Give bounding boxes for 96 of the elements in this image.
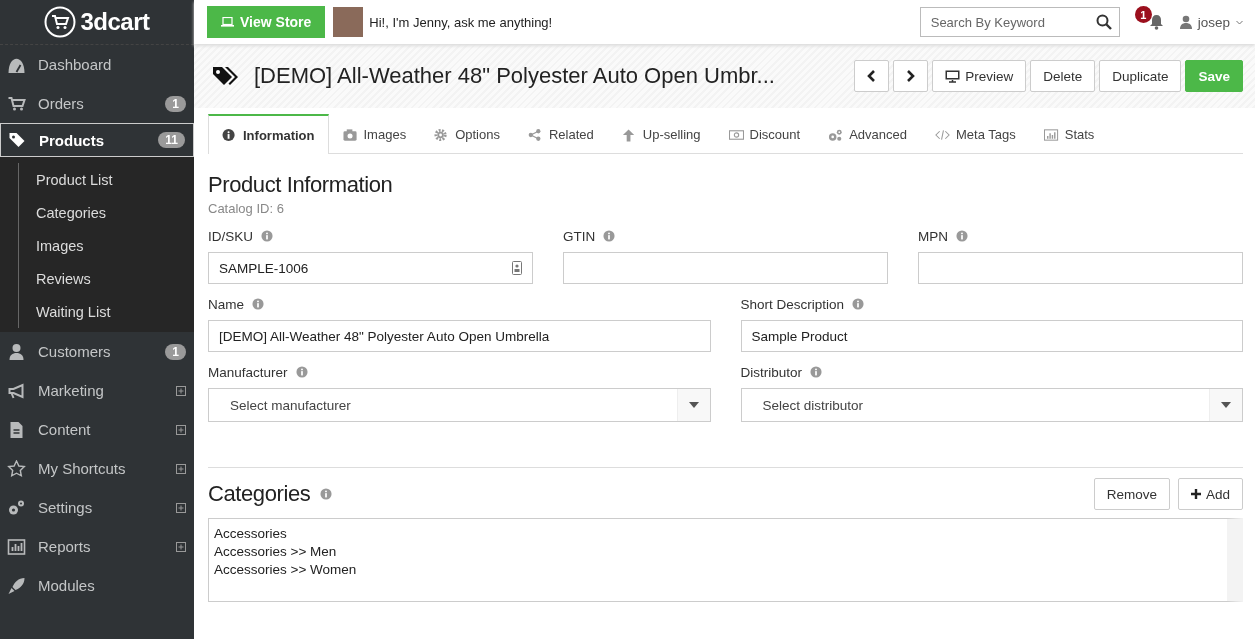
tab[interactable]: Information — [208, 114, 329, 154]
field-label: GTIN — [563, 228, 596, 244]
select-field[interactable]: Select distributor — [740, 388, 1243, 422]
field-label: Name — [208, 296, 244, 312]
product-title: [DEMO] All-Weather 48" Polyester Auto Open Umbr... — [254, 63, 776, 89]
tab-icon — [1043, 127, 1059, 142]
caret-icon — [1221, 402, 1231, 408]
action-button[interactable]: Delete — [1030, 60, 1096, 92]
category-item[interactable]: Accessories — [214, 525, 1222, 543]
expand-icon[interactable] — [176, 502, 186, 513]
plus-icon — [1190, 489, 1201, 499]
notification-badge: 1 — [1134, 6, 1152, 23]
tab[interactable]: Images — [328, 114, 421, 154]
tab[interactable]: Related — [513, 114, 608, 154]
sidebar-item[interactable]: Orders 1 — [0, 84, 194, 123]
photo-placeholder — [333, 7, 364, 37]
text-field[interactable]: [DEMO] All-Weather 48" Polyester Auto Open Umbrella — [208, 320, 711, 352]
field-label: Short Description — [740, 296, 845, 312]
monitor-icon — [945, 69, 961, 83]
caret-icon — [688, 402, 699, 408]
user-icon[interactable] — [1179, 15, 1192, 29]
tab[interactable]: Advanced — [814, 114, 921, 154]
tab-icon — [527, 127, 543, 142]
search-icon[interactable] — [1095, 14, 1112, 30]
sidebar-item[interactable]: My Shortcuts — [0, 449, 194, 488]
laptop-icon — [221, 17, 234, 27]
tab-icon — [434, 127, 450, 142]
text-field[interactable] — [918, 252, 1243, 284]
info-icon[interactable] — [956, 230, 968, 242]
tab-icon — [621, 127, 637, 142]
field-label: MPN — [918, 228, 948, 244]
sidebar-item[interactable]: Dashboard — [0, 45, 194, 84]
info-icon[interactable] — [252, 298, 264, 310]
info-icon[interactable] — [852, 298, 865, 310]
tab[interactable]: Meta Tags — [921, 114, 1030, 154]
category-item[interactable]: Accessories >> Women — [214, 561, 1222, 579]
tab-icon — [222, 128, 237, 142]
section-title: Categories — [208, 481, 311, 507]
tab[interactable]: Up-selling — [607, 114, 715, 154]
info-icon[interactable] — [603, 230, 616, 242]
sidebar-item[interactable]: Customers 1 — [0, 332, 194, 371]
search-field[interactable]: Search By Keyword — [919, 7, 1120, 37]
count-badge: 1 — [165, 343, 186, 360]
submenu-item[interactable]: Images — [18, 229, 194, 262]
submenu-item[interactable]: Reviews — [18, 262, 194, 295]
select-field[interactable]: Select manufacturer — [208, 388, 711, 422]
section-title: Product Information — [208, 172, 394, 198]
expand-icon[interactable] — [176, 541, 186, 552]
field-label: Distributor — [740, 364, 802, 380]
submenu-item[interactable]: Waiting List — [18, 295, 194, 328]
sidebar-item[interactable]: Reports — [0, 527, 194, 566]
tab[interactable]: Options — [420, 114, 514, 154]
id-card-icon[interactable] — [512, 261, 522, 275]
assistant-message[interactable]: Hi!, I'm Jenny, ask me anything! — [369, 14, 914, 30]
category-list[interactable]: Accessories Accessories >> Men Accessories >> Women — [208, 518, 1243, 602]
previous-button[interactable] — [854, 60, 890, 92]
remove-button[interactable]: Remove — [1093, 478, 1170, 510]
info-icon[interactable] — [295, 366, 308, 378]
brand-logo[interactable]: 3dcart — [80, 8, 150, 36]
count-badge: 1 — [165, 95, 186, 112]
bell-icon[interactable] — [1148, 14, 1164, 30]
field-label: ID/SKU — [208, 228, 253, 244]
tags-icon — [212, 65, 238, 87]
category-item[interactable]: Accessories >> Men — [214, 543, 1222, 561]
tab[interactable]: Discount — [714, 114, 815, 154]
text-field[interactable] — [563, 252, 888, 284]
tab-icon — [342, 127, 358, 142]
preview-button[interactable]: Preview — [932, 60, 1027, 92]
action-button[interactable]: Duplicate — [1099, 60, 1182, 92]
info-icon[interactable] — [810, 366, 822, 378]
submenu-item[interactable]: Categories — [18, 196, 194, 229]
expand-icon[interactable] — [176, 463, 186, 474]
sidebar-item[interactable]: Settings — [0, 488, 194, 527]
tab-icon — [828, 127, 844, 142]
field-label: Manufacturer — [208, 364, 288, 380]
tab[interactable]: Stats — [1029, 114, 1109, 154]
expand-icon[interactable] — [176, 385, 186, 396]
add-button[interactable]: Add — [1177, 478, 1243, 510]
text-field[interactable]: SAMPLE-1006 — [208, 252, 533, 284]
info-icon[interactable] — [320, 488, 333, 500]
chevron-left-icon — [867, 70, 877, 82]
sidebar-item[interactable]: Modules — [0, 566, 194, 605]
sidebar-item[interactable]: Content — [0, 410, 194, 449]
tab-icon — [728, 127, 744, 142]
tab-icon — [935, 127, 950, 142]
info-icon[interactable] — [261, 230, 273, 242]
cart-logo-icon — [44, 6, 77, 38]
catalog-id: Catalog ID: 6 — [208, 201, 285, 216]
count-badge: 11 — [158, 132, 185, 148]
next-button[interactable] — [893, 60, 929, 92]
chevron-right-icon — [906, 70, 916, 82]
text-field[interactable]: Sample Product — [740, 320, 1243, 352]
submenu-item[interactable]: Product List — [18, 163, 194, 196]
user-menu[interactable]: josep — [1197, 14, 1230, 30]
sidebar-item[interactable]: Marketing — [0, 371, 194, 410]
expand-icon[interactable] — [176, 424, 186, 435]
